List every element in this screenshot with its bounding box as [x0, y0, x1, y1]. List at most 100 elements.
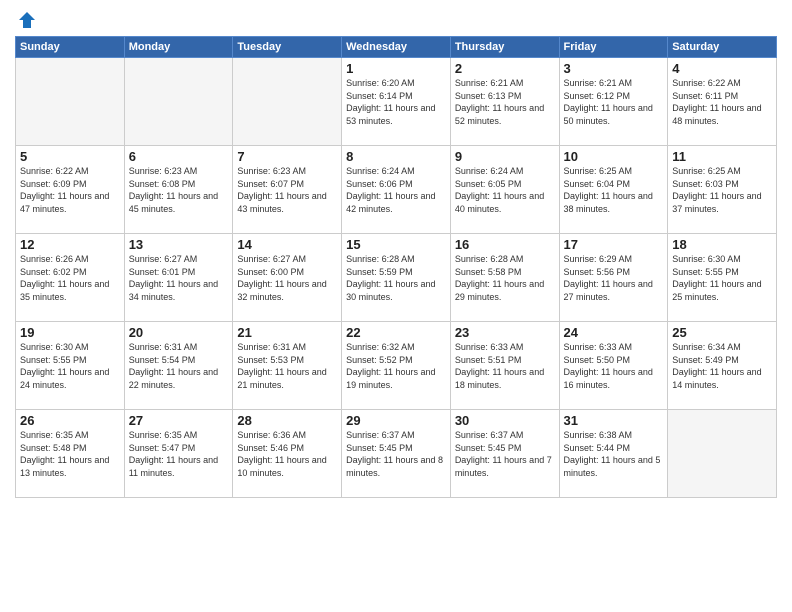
cell-day-number: 21 — [237, 325, 337, 340]
cell-info: Sunrise: 6:26 AMSunset: 6:02 PMDaylight:… — [20, 253, 120, 303]
cell-info: Sunrise: 6:30 AMSunset: 5:55 PMDaylight:… — [20, 341, 120, 391]
cell-day-number: 19 — [20, 325, 120, 340]
calendar-cell: 3Sunrise: 6:21 AMSunset: 6:12 PMDaylight… — [559, 58, 668, 146]
calendar-cell: 6Sunrise: 6:23 AMSunset: 6:08 PMDaylight… — [124, 146, 233, 234]
cell-info: Sunrise: 6:35 AMSunset: 5:47 PMDaylight:… — [129, 429, 229, 479]
calendar-header-thursday: Thursday — [450, 37, 559, 58]
cell-info: Sunrise: 6:21 AMSunset: 6:13 PMDaylight:… — [455, 77, 555, 127]
calendar-cell: 24Sunrise: 6:33 AMSunset: 5:50 PMDayligh… — [559, 322, 668, 410]
cell-info: Sunrise: 6:23 AMSunset: 6:08 PMDaylight:… — [129, 165, 229, 215]
cell-info: Sunrise: 6:29 AMSunset: 5:56 PMDaylight:… — [564, 253, 664, 303]
cell-info: Sunrise: 6:27 AMSunset: 6:00 PMDaylight:… — [237, 253, 337, 303]
calendar-cell: 5Sunrise: 6:22 AMSunset: 6:09 PMDaylight… — [16, 146, 125, 234]
calendar-cell: 26Sunrise: 6:35 AMSunset: 5:48 PMDayligh… — [16, 410, 125, 498]
cell-info: Sunrise: 6:24 AMSunset: 6:06 PMDaylight:… — [346, 165, 446, 215]
cell-day-number: 31 — [564, 413, 664, 428]
calendar-cell: 17Sunrise: 6:29 AMSunset: 5:56 PMDayligh… — [559, 234, 668, 322]
calendar-cell — [16, 58, 125, 146]
cell-day-number: 10 — [564, 149, 664, 164]
calendar-cell: 9Sunrise: 6:24 AMSunset: 6:05 PMDaylight… — [450, 146, 559, 234]
cell-day-number: 28 — [237, 413, 337, 428]
cell-day-number: 27 — [129, 413, 229, 428]
cell-day-number: 30 — [455, 413, 555, 428]
cell-info: Sunrise: 6:28 AMSunset: 5:59 PMDaylight:… — [346, 253, 446, 303]
cell-day-number: 17 — [564, 237, 664, 252]
cell-day-number: 18 — [672, 237, 772, 252]
cell-day-number: 5 — [20, 149, 120, 164]
calendar-cell: 2Sunrise: 6:21 AMSunset: 6:13 PMDaylight… — [450, 58, 559, 146]
calendar-cell: 21Sunrise: 6:31 AMSunset: 5:53 PMDayligh… — [233, 322, 342, 410]
calendar-cell: 19Sunrise: 6:30 AMSunset: 5:55 PMDayligh… — [16, 322, 125, 410]
calendar-cell: 20Sunrise: 6:31 AMSunset: 5:54 PMDayligh… — [124, 322, 233, 410]
calendar-cell: 25Sunrise: 6:34 AMSunset: 5:49 PMDayligh… — [668, 322, 777, 410]
cell-day-number: 23 — [455, 325, 555, 340]
cell-info: Sunrise: 6:37 AMSunset: 5:45 PMDaylight:… — [455, 429, 555, 479]
cell-info: Sunrise: 6:22 AMSunset: 6:09 PMDaylight:… — [20, 165, 120, 215]
cell-day-number: 26 — [20, 413, 120, 428]
cell-info: Sunrise: 6:25 AMSunset: 6:03 PMDaylight:… — [672, 165, 772, 215]
cell-day-number: 11 — [672, 149, 772, 164]
cell-info: Sunrise: 6:38 AMSunset: 5:44 PMDaylight:… — [564, 429, 664, 479]
cell-day-number: 7 — [237, 149, 337, 164]
cell-info: Sunrise: 6:27 AMSunset: 6:01 PMDaylight:… — [129, 253, 229, 303]
cell-day-number: 16 — [455, 237, 555, 252]
cell-day-number: 8 — [346, 149, 446, 164]
calendar-header-monday: Monday — [124, 37, 233, 58]
cell-day-number: 20 — [129, 325, 229, 340]
cell-day-number: 1 — [346, 61, 446, 76]
cell-info: Sunrise: 6:28 AMSunset: 5:58 PMDaylight:… — [455, 253, 555, 303]
calendar-cell: 14Sunrise: 6:27 AMSunset: 6:00 PMDayligh… — [233, 234, 342, 322]
cell-info: Sunrise: 6:31 AMSunset: 5:54 PMDaylight:… — [129, 341, 229, 391]
calendar-week-row: 12Sunrise: 6:26 AMSunset: 6:02 PMDayligh… — [16, 234, 777, 322]
calendar-cell: 1Sunrise: 6:20 AMSunset: 6:14 PMDaylight… — [342, 58, 451, 146]
page: SundayMondayTuesdayWednesdayThursdayFrid… — [0, 0, 792, 612]
calendar-cell: 13Sunrise: 6:27 AMSunset: 6:01 PMDayligh… — [124, 234, 233, 322]
cell-info: Sunrise: 6:24 AMSunset: 6:05 PMDaylight:… — [455, 165, 555, 215]
calendar-cell: 10Sunrise: 6:25 AMSunset: 6:04 PMDayligh… — [559, 146, 668, 234]
calendar-cell: 22Sunrise: 6:32 AMSunset: 5:52 PMDayligh… — [342, 322, 451, 410]
calendar-cell: 8Sunrise: 6:24 AMSunset: 6:06 PMDaylight… — [342, 146, 451, 234]
calendar-cell: 11Sunrise: 6:25 AMSunset: 6:03 PMDayligh… — [668, 146, 777, 234]
calendar-cell: 4Sunrise: 6:22 AMSunset: 6:11 PMDaylight… — [668, 58, 777, 146]
cell-day-number: 25 — [672, 325, 772, 340]
header — [15, 10, 777, 30]
cell-day-number: 4 — [672, 61, 772, 76]
cell-day-number: 6 — [129, 149, 229, 164]
cell-info: Sunrise: 6:33 AMSunset: 5:50 PMDaylight:… — [564, 341, 664, 391]
cell-info: Sunrise: 6:22 AMSunset: 6:11 PMDaylight:… — [672, 77, 772, 127]
cell-info: Sunrise: 6:31 AMSunset: 5:53 PMDaylight:… — [237, 341, 337, 391]
cell-info: Sunrise: 6:25 AMSunset: 6:04 PMDaylight:… — [564, 165, 664, 215]
calendar-cell: 31Sunrise: 6:38 AMSunset: 5:44 PMDayligh… — [559, 410, 668, 498]
calendar-cell: 16Sunrise: 6:28 AMSunset: 5:58 PMDayligh… — [450, 234, 559, 322]
calendar-cell: 28Sunrise: 6:36 AMSunset: 5:46 PMDayligh… — [233, 410, 342, 498]
cell-day-number: 2 — [455, 61, 555, 76]
cell-info: Sunrise: 6:35 AMSunset: 5:48 PMDaylight:… — [20, 429, 120, 479]
cell-day-number: 24 — [564, 325, 664, 340]
cell-day-number: 22 — [346, 325, 446, 340]
calendar-cell: 18Sunrise: 6:30 AMSunset: 5:55 PMDayligh… — [668, 234, 777, 322]
cell-info: Sunrise: 6:23 AMSunset: 6:07 PMDaylight:… — [237, 165, 337, 215]
calendar-header-saturday: Saturday — [668, 37, 777, 58]
cell-info: Sunrise: 6:36 AMSunset: 5:46 PMDaylight:… — [237, 429, 337, 479]
calendar-cell: 27Sunrise: 6:35 AMSunset: 5:47 PMDayligh… — [124, 410, 233, 498]
logo-icon — [17, 10, 37, 30]
calendar-header-wednesday: Wednesday — [342, 37, 451, 58]
calendar-cell — [124, 58, 233, 146]
calendar-cell: 23Sunrise: 6:33 AMSunset: 5:51 PMDayligh… — [450, 322, 559, 410]
cell-day-number: 13 — [129, 237, 229, 252]
cell-day-number: 15 — [346, 237, 446, 252]
calendar-header-sunday: Sunday — [16, 37, 125, 58]
cell-info: Sunrise: 6:37 AMSunset: 5:45 PMDaylight:… — [346, 429, 446, 479]
cell-info: Sunrise: 6:20 AMSunset: 6:14 PMDaylight:… — [346, 77, 446, 127]
cell-day-number: 3 — [564, 61, 664, 76]
cell-day-number: 12 — [20, 237, 120, 252]
cell-info: Sunrise: 6:30 AMSunset: 5:55 PMDaylight:… — [672, 253, 772, 303]
cell-day-number: 29 — [346, 413, 446, 428]
calendar-week-row: 5Sunrise: 6:22 AMSunset: 6:09 PMDaylight… — [16, 146, 777, 234]
logo — [15, 10, 37, 30]
calendar: SundayMondayTuesdayWednesdayThursdayFrid… — [15, 36, 777, 498]
calendar-cell: 30Sunrise: 6:37 AMSunset: 5:45 PMDayligh… — [450, 410, 559, 498]
calendar-cell: 7Sunrise: 6:23 AMSunset: 6:07 PMDaylight… — [233, 146, 342, 234]
cell-day-number: 14 — [237, 237, 337, 252]
calendar-header-friday: Friday — [559, 37, 668, 58]
